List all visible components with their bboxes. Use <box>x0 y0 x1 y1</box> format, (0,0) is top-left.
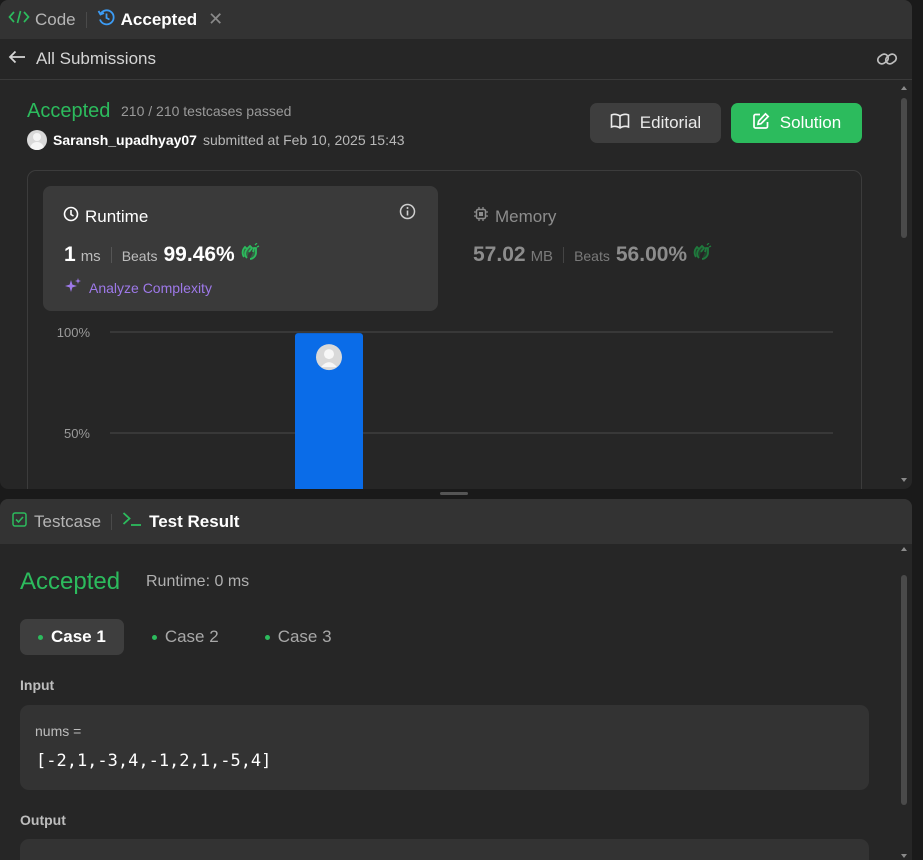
code-icon <box>8 9 30 30</box>
tab-test-result[interactable]: Test Result <box>122 511 239 532</box>
user-avatar-icon <box>316 344 342 371</box>
test-result-panel: Testcase Test Result Accepted Runtime: 0… <box>0 499 912 860</box>
submission-nav-bar: All Submissions <box>0 39 912 80</box>
test-panel-tabbar: Testcase Test Result <box>0 499 912 544</box>
submission-status: Accepted <box>27 100 111 122</box>
runtime-value: 1 <box>64 243 76 266</box>
tab-test-result-label: Test Result <box>149 511 240 531</box>
chart-y-tick-label: 50% <box>64 426 90 441</box>
runtime-metric: 1 ms Beats 99.46% <box>64 242 260 267</box>
input-value-box[interactable]: nums = [-2,1,-3,4,-1,2,1,-5,4] <box>20 705 869 790</box>
memory-beats-label: Beats <box>574 248 610 264</box>
runtime-heading: Runtime <box>63 206 148 227</box>
link-icon[interactable] <box>876 50 898 73</box>
arrow-left-icon <box>8 49 26 69</box>
runtime-unit: ms <box>80 248 101 265</box>
info-icon[interactable] <box>399 203 416 225</box>
submitted-time: submitted at Feb 10, 2025 15:43 <box>202 132 405 148</box>
editorial-button[interactable]: Editorial <box>590 103 721 143</box>
case-tab-2[interactable]: Case 2 <box>134 619 237 655</box>
submission-panel: Code Accepted ✕ All Submissions Accepted… <box>0 0 912 489</box>
tab-code-label: Code <box>35 9 76 29</box>
test-result-status: Accepted <box>20 568 121 595</box>
chip-icon <box>473 206 489 227</box>
case-tab-label: Case 3 <box>277 627 332 646</box>
input-variable-value[interactable]: [-2,1,-3,4,-1,2,1,-5,4] <box>36 751 271 771</box>
terminal-icon <box>122 511 142 532</box>
runtime-stat-box[interactable]: Runtime 1 ms Beats 99.46% Analyze Comple… <box>43 186 438 311</box>
clapping-hands-icon <box>692 242 712 265</box>
history-icon <box>97 8 116 32</box>
case-tab-label: Case 1 <box>51 627 106 646</box>
tab-accepted[interactable]: Accepted ✕ <box>97 8 223 32</box>
metric-divider <box>563 247 565 263</box>
tab-divider <box>85 11 87 28</box>
runtime-distribution-chart: 100% 50% <box>57 325 833 489</box>
chart-y-tick-label: 100% <box>57 325 91 340</box>
book-icon <box>610 113 630 134</box>
performance-card: Runtime 1 ms Beats 99.46% Analyze Comple… <box>27 170 862 489</box>
all-submissions-label: All Submissions <box>36 49 156 68</box>
memory-unit: MB <box>530 248 554 265</box>
memory-value: 57.02 <box>473 243 526 266</box>
tab-accepted-label: Accepted <box>120 9 198 29</box>
case-tab-3[interactable]: Case 3 <box>247 619 350 655</box>
memory-heading[interactable]: Memory <box>473 206 556 227</box>
analyze-complexity-link[interactable]: Analyze Complexity <box>64 277 212 298</box>
testcases-passed: 210 / 210 testcases passed <box>121 103 292 119</box>
editorial-label: Editorial <box>639 113 702 132</box>
memory-metric: 57.02 MB Beats 56.00% <box>473 242 712 267</box>
input-variable-name: nums = <box>35 723 82 739</box>
tab-code[interactable]: Code <box>8 9 76 30</box>
panel-resize-handle[interactable] <box>440 492 468 495</box>
checkbox-icon <box>12 511 27 532</box>
tab-testcase-label: Testcase <box>34 511 102 531</box>
runtime-beats-label: Beats <box>121 248 158 264</box>
clock-icon <box>63 206 79 227</box>
edit-icon <box>752 112 770 135</box>
runtime-label: Runtime <box>85 206 149 226</box>
memory-label: Memory <box>495 206 557 226</box>
memory-beats-value: 56.00% <box>615 243 688 266</box>
solution-label: Solution <box>779 113 842 132</box>
output-value-box[interactable] <box>20 839 869 860</box>
metric-divider <box>110 247 112 263</box>
case-tabs: Case 1 Case 2 Case 3 <box>20 619 350 655</box>
case-tab-1[interactable]: Case 1 <box>20 619 124 655</box>
input-heading: Input <box>20 677 55 693</box>
submission-content: Accepted 210 / 210 testcases passed Sara… <box>0 80 912 489</box>
solution-button[interactable]: Solution <box>731 103 862 143</box>
submitter-line: Saransh_upadhyay07 submitted at Feb 10, … <box>27 130 405 150</box>
test-result-runtime: Runtime: 0 ms <box>146 573 250 590</box>
close-icon[interactable]: ✕ <box>208 9 223 30</box>
test-result-scrollbar[interactable] <box>900 545 908 860</box>
pass-dot-icon <box>38 634 43 640</box>
runtime-beats-value: 99.46% <box>163 243 235 266</box>
username-link[interactable]: Saransh_upadhyay07 <box>53 132 197 148</box>
submission-scrollbar[interactable] <box>900 84 908 484</box>
analyze-complexity-label: Analyze Complexity <box>89 279 212 296</box>
panel-tabbar: Code Accepted ✕ <box>0 0 912 39</box>
pass-dot-icon <box>264 634 270 640</box>
tab-divider <box>111 513 113 530</box>
case-tab-label: Case 2 <box>164 627 219 646</box>
scrollbar-thumb[interactable] <box>901 575 907 805</box>
tab-testcase[interactable]: Testcase <box>12 512 101 532</box>
clapping-hands-icon <box>240 242 260 265</box>
pass-dot-icon <box>151 634 157 640</box>
sparkle-icon <box>64 277 82 298</box>
avatar[interactable] <box>27 130 47 150</box>
output-heading: Output <box>20 812 66 828</box>
scrollbar-thumb[interactable] <box>901 98 907 238</box>
all-submissions-link[interactable]: All Submissions <box>8 49 156 69</box>
